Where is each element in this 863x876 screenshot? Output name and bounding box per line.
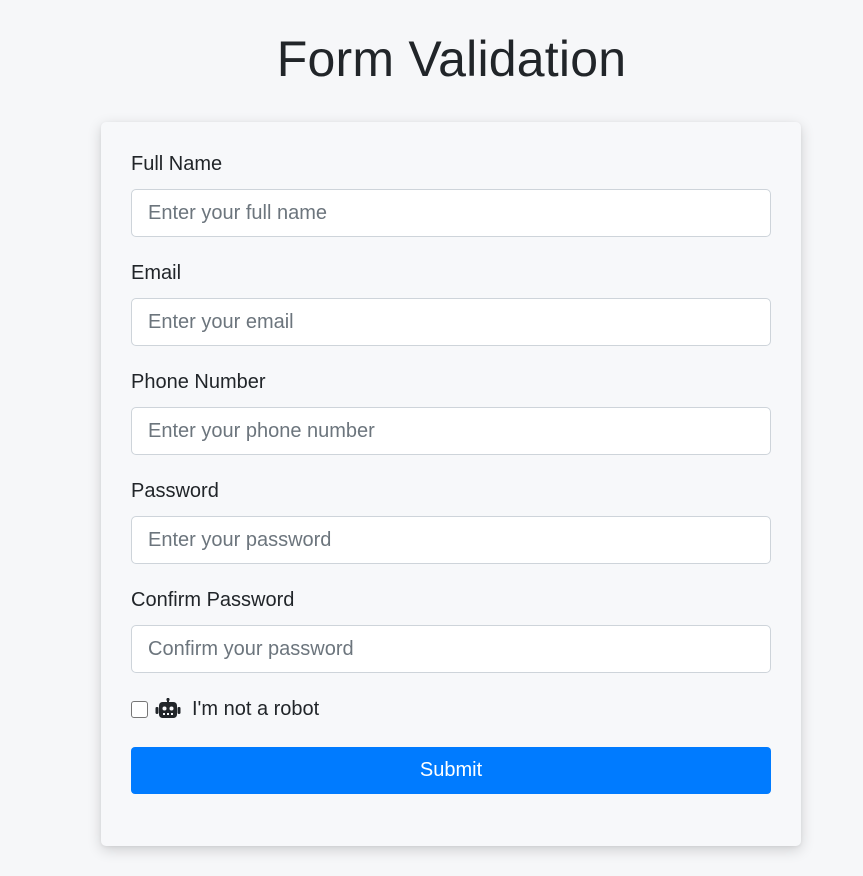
robot-icon bbox=[155, 697, 181, 720]
full-name-input[interactable] bbox=[131, 189, 771, 237]
submit-button[interactable]: Submit bbox=[131, 747, 771, 794]
form-card: Full Name Email Phone Number Password Co… bbox=[101, 122, 801, 846]
confirm-password-group: Confirm Password bbox=[131, 588, 771, 673]
robot-check-row: I'm not a robot bbox=[131, 694, 771, 724]
phone-label: Phone Number bbox=[131, 371, 266, 393]
full-name-label: Full Name bbox=[131, 153, 223, 175]
password-group: Password bbox=[131, 479, 771, 564]
confirm-password-input[interactable] bbox=[131, 625, 771, 673]
full-name-group: Full Name bbox=[131, 152, 771, 237]
phone-group: Phone Number bbox=[131, 370, 771, 455]
email-label: Email bbox=[131, 262, 182, 284]
confirm-password-label: Confirm Password bbox=[131, 589, 295, 611]
robot-checkbox[interactable] bbox=[131, 700, 148, 718]
page-title: Form Validation bbox=[276, 31, 627, 87]
robot-check-label: I'm not a robot bbox=[192, 697, 320, 720]
password-input[interactable] bbox=[131, 516, 771, 564]
email-input[interactable] bbox=[131, 298, 771, 346]
password-label: Password bbox=[131, 480, 219, 502]
email-group: Email bbox=[131, 261, 771, 346]
validation-form: Full Name Email Phone Number Password Co… bbox=[131, 152, 771, 794]
phone-input[interactable] bbox=[131, 407, 771, 455]
